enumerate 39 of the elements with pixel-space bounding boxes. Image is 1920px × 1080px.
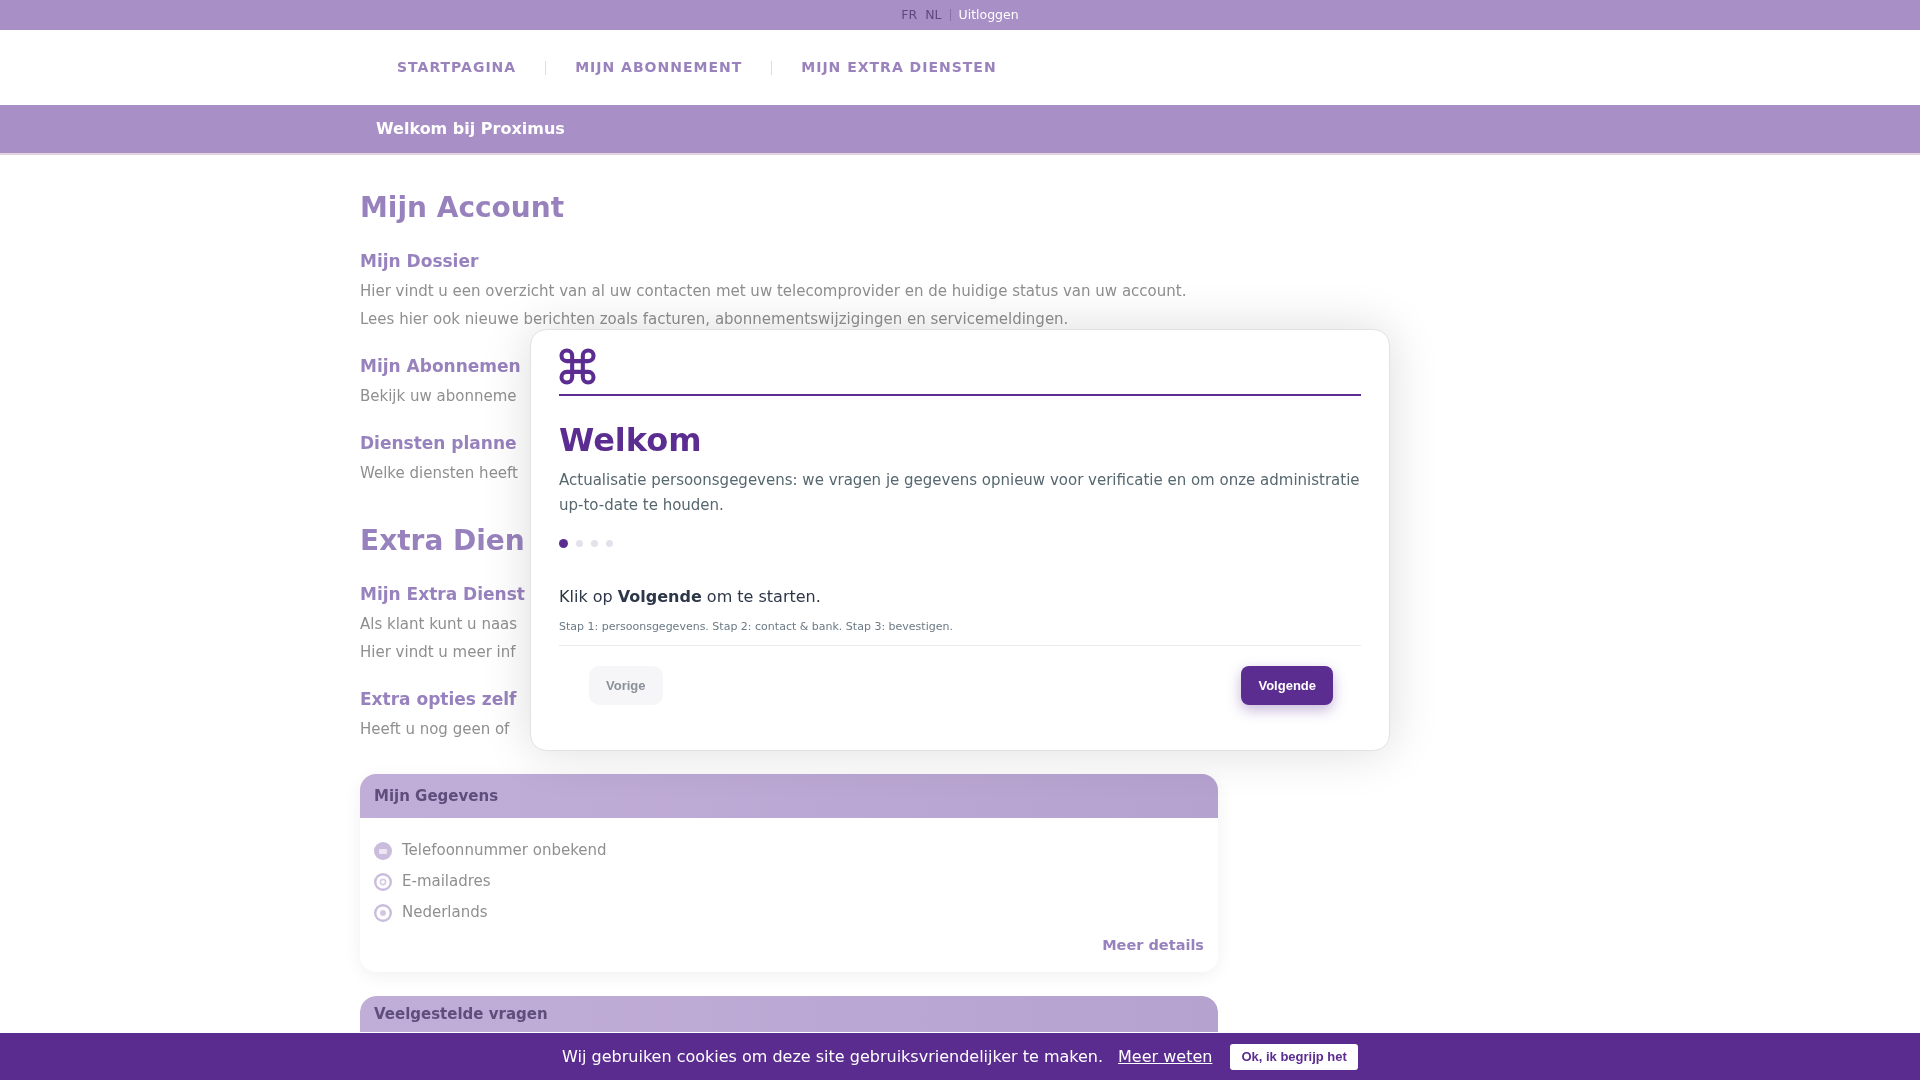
card-header: Mijn Gegevens xyxy=(360,774,1218,818)
cookie-text: Wij gebruiken cookies om deze site gebruiksvriendelijker te maken. xyxy=(562,1045,1104,1068)
disc-icon xyxy=(374,841,392,860)
ring-dot-icon xyxy=(374,903,392,922)
ring-icon xyxy=(374,872,392,891)
accept-button[interactable]: Ok, ik begrijp het xyxy=(1230,1043,1358,1070)
subsection-heading: Diensten planne xyxy=(360,433,517,454)
dialog-text: Actualisatie persoonsgegevens: we vragen je gegevens opnieuw voor verificatie en om onze administratie up-to-date te houden. xyxy=(559,470,1361,516)
detail-text: Nederlands xyxy=(402,902,488,924)
card-header: Veelgestelde vragen xyxy=(360,996,1218,1032)
welcome-text: Welkom bij Proximus xyxy=(376,119,565,138)
dialog-title: Welkom xyxy=(559,420,702,460)
paragraph: Welke diensten heeft xyxy=(360,463,518,483)
paragraph: Lees hier ook nieuwe berichten zoals facturen, abonnementswijzigingen en servicemeldingen. xyxy=(360,309,1069,329)
logout-link[interactable]: Uitloggen xyxy=(958,5,1019,25)
nav-link[interactable]: MIJN EXTRA DIENSTEN xyxy=(772,57,1026,78)
nav-link[interactable]: STARTPAGINA xyxy=(368,57,546,78)
dialog-instruction: Klik op Volgende om te starten. xyxy=(559,586,821,608)
step-note: Stap 1: persoonsgegevens. Stap 2: contact & bank. Stap 3: bevestigen. xyxy=(559,619,953,635)
subsection-heading: Mijn Extra Dienst xyxy=(360,584,525,605)
paragraph: Heeft u nog geen of xyxy=(360,719,510,739)
learn-more-link[interactable]: Meer weten xyxy=(1118,1044,1213,1069)
paragraph: Als klant kunt u naas xyxy=(360,614,518,634)
next-button[interactable]: Volgende xyxy=(1241,666,1333,705)
subsection-heading: Extra opties zelf xyxy=(360,689,517,710)
subsection-heading: Mijn Dossier xyxy=(360,251,479,272)
details-link[interactable]: Meer details xyxy=(1102,935,1204,955)
subsection-heading: Mijn Abonnemen xyxy=(360,356,521,377)
nav-link[interactable]: MIJN ABONNEMENT xyxy=(546,57,772,78)
paragraph: Bekijk uw abonneme xyxy=(360,386,517,406)
detail-text: E-mailadres xyxy=(402,871,491,893)
section-heading: Extra Dien xyxy=(360,524,525,558)
language-link[interactable]: NL xyxy=(925,5,942,25)
paragraph: Hier vindt u meer inf xyxy=(360,642,516,662)
command-symbol-icon xyxy=(559,348,596,385)
paragraph: Hier vindt u een overzicht van al uw contacten met uw telecomprovider en de huidige status van uw account. xyxy=(360,281,1187,301)
section-heading: Mijn Account xyxy=(360,191,565,225)
language-link[interactable]: FR xyxy=(901,5,918,25)
detail-text: Telefoonnummer onbekend xyxy=(402,840,607,862)
